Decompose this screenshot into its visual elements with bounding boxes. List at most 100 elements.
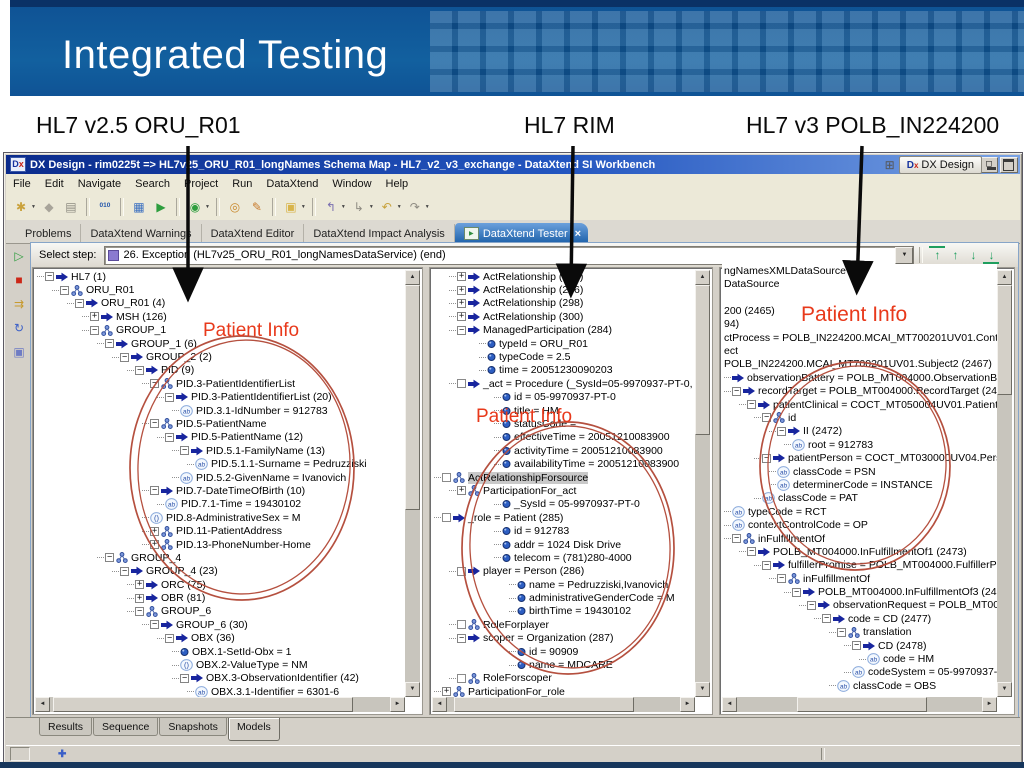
tree-row[interactable]: − patientClinical = COCT_MT050004UV01.Pat… — [722, 398, 997, 411]
menu-navigate[interactable]: Navigate — [71, 176, 128, 192]
dropdown-arrow-icon[interactable]: ▼ — [369, 204, 374, 210]
tree-node-label[interactable]: typeCode = RCT — [748, 506, 827, 518]
tree-node-label[interactable]: ngNamesXMLDataSource — [724, 265, 846, 277]
stop-button[interactable]: ■ — [10, 271, 28, 288]
tree-row[interactable]: − translation — [722, 626, 997, 639]
menu-file[interactable]: File — [6, 176, 38, 192]
tree-row[interactable]: − id — [722, 411, 997, 424]
tree-row[interactable]: availabilityTime = 20051210083900 — [432, 457, 695, 470]
tree-node-label[interactable]: ect — [724, 345, 738, 357]
tree-row[interactable]: id = 912783 — [432, 524, 695, 537]
go-into-icon[interactable]: ↳ — [349, 197, 369, 217]
tree-row[interactable]: − PID.3-PatientIdentifierList (20) — [35, 391, 405, 404]
run-button[interactable]: ▷ — [10, 247, 28, 264]
collapse-toggle[interactable]: − — [777, 574, 786, 584]
print-icon[interactable]: ▤ — [61, 197, 81, 217]
save-snapshot-button[interactable]: ▣ — [10, 343, 28, 360]
tree-node-label[interactable]: typeId = ORU_R01 — [499, 338, 588, 350]
tree-row[interactable]: player = Person (286) — [432, 565, 695, 578]
tree-row[interactable]: ab PID.5.2-GivenName = Ivanovich — [35, 471, 405, 484]
tree-node-label[interactable]: scoper = Organization (287) — [483, 632, 613, 644]
scroll-down-button[interactable]: ▼ — [405, 682, 420, 697]
collapse-toggle[interactable]: − — [777, 427, 786, 436]
new-wizard-icon[interactable]: ✱ — [11, 197, 31, 217]
tree-node-label[interactable]: fulfillerPromise = POLB_MT004000.Fulfill… — [788, 559, 997, 571]
collapse-toggle[interactable]: − — [150, 620, 159, 630]
scrollbar-thumb[interactable] — [405, 285, 420, 510]
tree-node-label[interactable]: administrativeGenderCode = M — [529, 592, 675, 604]
menu-search[interactable]: Search — [128, 176, 177, 192]
tree-node-label[interactable]: id = 90909 — [529, 646, 578, 658]
tree-node-label[interactable]: ActRelationship (298) — [483, 297, 583, 309]
vertical-scrollbar[interactable]: ▲ ▼ — [405, 270, 420, 697]
tree-row[interactable]: ab classCode = OBS — [722, 679, 997, 692]
tree-row[interactable]: typeCode = 2.5 — [432, 350, 695, 363]
tree-node-label[interactable]: contextControlCode = OP — [748, 519, 868, 531]
scroll-up-button[interactable]: ▲ — [997, 270, 1012, 285]
expand-toggle[interactable]: + — [457, 486, 466, 496]
tree-row[interactable]: + MSH (126) — [35, 310, 405, 323]
tree-row[interactable]: − GROUP_1 (6) — [35, 337, 405, 350]
collapse-toggle[interactable]: − — [852, 641, 861, 651]
tree-row[interactable]: ab root = 912783 — [722, 438, 997, 451]
horizontal-scrollbar[interactable]: ◄ ► — [722, 697, 997, 712]
tree-row[interactable]: ab typeCode = RCT — [722, 505, 997, 518]
last-step-button[interactable]: ↓ — [983, 248, 1000, 264]
tree-node-label[interactable]: PID.5.1.1-Surname = Pedruzziski — [211, 458, 367, 470]
expand-toggle[interactable]: + — [90, 312, 99, 322]
close-icon[interactable]: × — [575, 228, 581, 240]
tab-dataxtend-impact-analysis[interactable]: DataXtend Impact Analysis — [304, 224, 455, 243]
first-step-button[interactable]: ↑ — [929, 246, 946, 262]
bottom-tab-sequence[interactable]: Sequence — [93, 718, 159, 736]
tree-row[interactable]: − GROUP_1 — [35, 324, 405, 337]
dropdown-arrow-icon[interactable]: ▼ — [205, 204, 210, 210]
tree-node-label[interactable]: OBX (36) — [191, 632, 235, 644]
tree-row[interactable]: − PID.7-DateTimeOfBirth (10) — [35, 484, 405, 497]
dx-design-perspective-button[interactable]: Dx DX Design — [898, 156, 982, 174]
collapse-toggle[interactable]: − — [135, 366, 144, 375]
tree-row[interactable]: ab code = HM — [722, 652, 997, 665]
menu-help[interactable]: Help — [379, 176, 416, 192]
tree-node-label[interactable]: GROUP_2 (2) — [146, 351, 212, 363]
collapse-toggle[interactable]: − — [150, 379, 159, 389]
tree-node-label[interactable]: PID.7-DateTimeOfBirth (10) — [176, 485, 305, 497]
tree-row[interactable]: − GROUP_4 (23) — [35, 565, 405, 578]
vertical-scrollbar[interactable]: ▲ ▼ — [997, 270, 1012, 697]
menu-project[interactable]: Project — [177, 176, 225, 192]
tree-node-label[interactable]: observationRequest = POLB_MT0010 — [833, 599, 997, 611]
tree-row[interactable]: + ORC (75) — [35, 578, 405, 591]
scrollbar-thumb[interactable] — [53, 697, 353, 712]
tree-node-label[interactable]: OBX.3.1-Identifier = 6301-6 — [211, 686, 339, 697]
tree-node-label[interactable]: 200 (2465) — [724, 305, 775, 317]
tree-row[interactable]: ab determinerCode = INSTANCE — [722, 478, 997, 491]
scrollbar-thumb[interactable] — [454, 697, 634, 712]
tree-node-label[interactable]: 94) — [724, 318, 739, 330]
collapse-toggle[interactable]: − — [807, 601, 816, 610]
tree-row[interactable]: − PID.5-PatientName (12) — [35, 431, 405, 444]
dropdown-arrow-icon[interactable]: ▼ — [397, 204, 402, 210]
collapse-toggle[interactable]: − — [457, 633, 466, 643]
checkbox[interactable] — [457, 620, 466, 630]
open-perspective-icon[interactable]: ⊞ — [885, 158, 895, 172]
tree-node-label[interactable]: POLB_IN224200.MCAI_MT700201UV01.Subject2… — [724, 358, 992, 370]
tree-node-label[interactable]: DataSource — [724, 278, 779, 290]
tree-node-label[interactable]: PID.3-PatientIdentifierList — [176, 378, 295, 390]
step-button[interactable]: ⇉ — [10, 295, 28, 312]
combo-dropdown-button[interactable]: ▼ — [895, 246, 914, 264]
tree-node-label[interactable]: ActRelationship (300) — [483, 311, 583, 323]
tree-node-label[interactable]: PID.5-PatientName (12) — [191, 431, 303, 443]
expand-toggle[interactable]: + — [150, 540, 159, 549]
checkbox[interactable] — [442, 513, 451, 523]
tree-node-label[interactable]: GROUP_1 (6) — [131, 338, 197, 350]
dropdown-arrow-icon[interactable]: ▼ — [31, 204, 36, 210]
tree-row[interactable]: + ActRelationship (296) — [432, 283, 695, 296]
back-icon[interactable]: ↶ — [377, 197, 397, 217]
collapse-toggle[interactable]: − — [732, 534, 741, 543]
tree-row[interactable]: telecom = (781)280-4000 — [432, 551, 695, 564]
tree-row[interactable]: _SysId = 05-9970937-PT-0 — [432, 498, 695, 511]
tree-row[interactable]: title = HM — [432, 404, 695, 417]
tree-row[interactable]: ab PID.7.1-Time = 19430102 — [35, 498, 405, 511]
tree-row[interactable]: − fulfillerPromise = POLB_MT004000.Fulfil… — [722, 559, 997, 572]
tree-row[interactable]: name = Pedruzziski,Ivanovich — [432, 578, 695, 591]
tree-row[interactable]: + ParticipationFor_role — [432, 685, 695, 697]
